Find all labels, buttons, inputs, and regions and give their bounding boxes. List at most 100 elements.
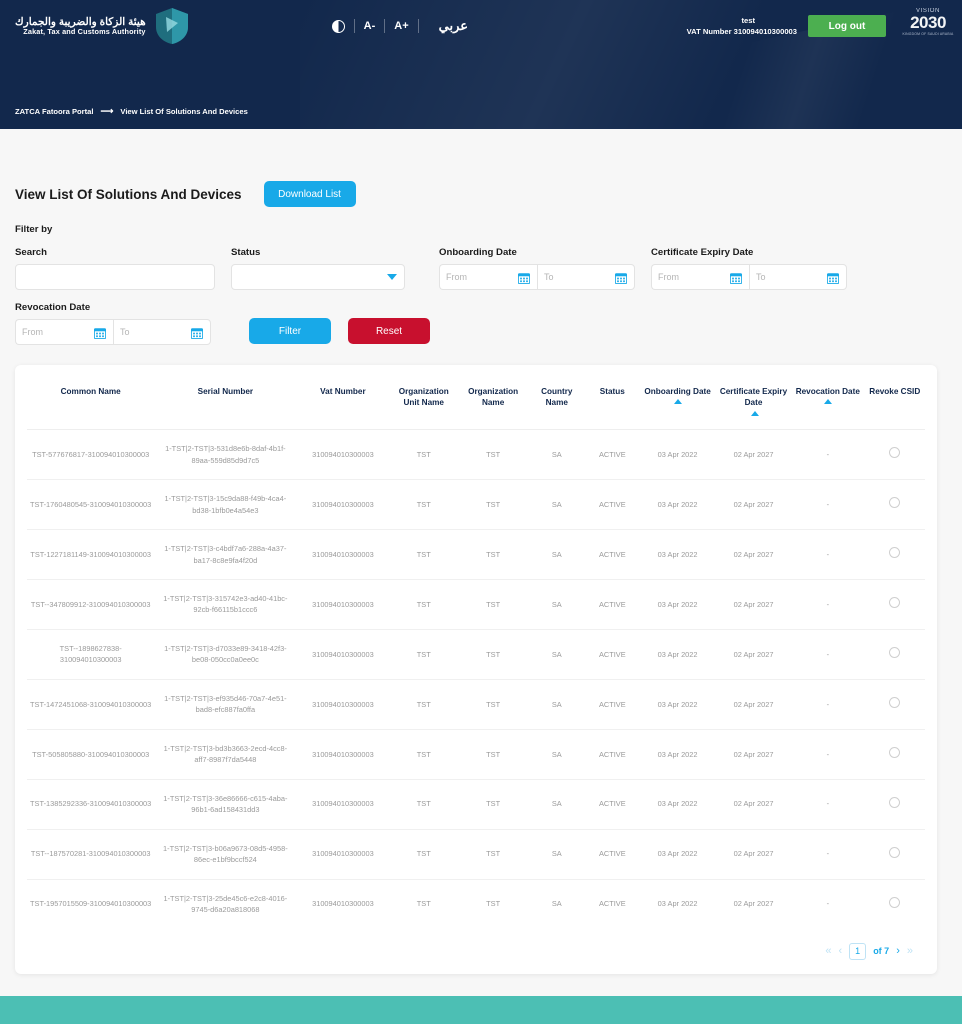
cell-revoke-csid — [865, 729, 925, 779]
last-page-button[interactable]: » — [907, 945, 913, 957]
revocation-date-from-cell — [15, 319, 113, 345]
cell-country-name: SA — [528, 629, 585, 679]
cell-common-name: TST-1385292336-310094010300003 — [27, 779, 154, 829]
table-row: TST-577676817-3100940103000031-TST|2-TST… — [27, 430, 925, 480]
certificate-expiry-date-range — [651, 264, 847, 290]
revoke-csid-checkbox[interactable] — [889, 797, 900, 808]
cell-onboarding-date: 03 Apr 2022 — [639, 480, 716, 530]
filter-row-secondary: Revocation Date — [15, 302, 947, 345]
font-increase-button[interactable]: A+ — [385, 21, 417, 32]
cell-certificate-expiry-date: 02 Apr 2027 — [716, 430, 791, 480]
column-status: Status — [585, 378, 639, 430]
table-row: TST--1898627838-3100940103000031-TST|2-T… — [27, 629, 925, 679]
cell-organization-unit-name: TST — [389, 829, 458, 879]
certificate-expiry-to-input[interactable] — [750, 265, 822, 289]
cell-certificate-expiry-date: 02 Apr 2027 — [716, 729, 791, 779]
cell-certificate-expiry-date: 02 Apr 2027 — [716, 679, 791, 729]
contrast-toggle-button[interactable] — [323, 20, 354, 33]
revocation-date-range — [15, 319, 211, 345]
revocation-date-to-input[interactable] — [114, 320, 186, 344]
filter-group-revocation-date: Revocation Date — [15, 302, 211, 345]
cell-organization-unit-name: TST — [389, 580, 458, 630]
font-decrease-button[interactable]: A- — [355, 21, 385, 32]
revoke-csid-checkbox[interactable] — [889, 597, 900, 608]
onboarding-date-from-input[interactable] — [440, 265, 512, 289]
revoke-csid-checkbox[interactable] — [889, 847, 900, 858]
cell-certificate-expiry-date: 02 Apr 2027 — [716, 480, 791, 530]
cell-serial-number: 1-TST|2-TST|3-15c9da88-f49b-4ca4-bd38-1b… — [154, 480, 296, 530]
revoke-csid-checkbox[interactable] — [889, 647, 900, 658]
sort-ascending-icon[interactable] — [751, 411, 759, 416]
revoke-csid-checkbox[interactable] — [889, 447, 900, 458]
cell-certificate-expiry-date: 02 Apr 2027 — [716, 879, 791, 928]
brand-text: هيئة الزكاة والضريبة والجمارك Zakat, Tax… — [15, 16, 146, 37]
download-list-button[interactable]: Download List — [264, 181, 356, 207]
cell-country-name: SA — [528, 729, 585, 779]
certificate-expiry-from-input[interactable] — [652, 265, 724, 289]
cell-organization-name: TST — [458, 480, 528, 530]
cell-country-name: SA — [528, 679, 585, 729]
calendar-icon[interactable] — [518, 272, 530, 284]
cell-onboarding-date: 03 Apr 2022 — [639, 879, 716, 928]
calendar-icon[interactable] — [615, 272, 627, 284]
filter-button[interactable]: Filter — [249, 318, 331, 344]
reset-button[interactable]: Reset — [348, 318, 430, 344]
onboarding-date-to-input[interactable] — [538, 265, 610, 289]
solutions-table-card: Common Name Serial Number Vat Number Org… — [15, 365, 937, 974]
cell-onboarding-date: 03 Apr 2022 — [639, 729, 716, 779]
cell-status: ACTIVE — [585, 729, 639, 779]
calendar-icon[interactable] — [94, 327, 106, 339]
cell-organization-name: TST — [458, 779, 528, 829]
revocation-date-from-input[interactable] — [16, 320, 88, 344]
filter-by-label: Filter by — [15, 224, 947, 235]
revoke-csid-checkbox[interactable] — [889, 747, 900, 758]
cell-certificate-expiry-date: 02 Apr 2027 — [716, 580, 791, 630]
cell-vat-number: 310094010300003 — [296, 580, 389, 630]
cell-onboarding-date: 03 Apr 2022 — [639, 679, 716, 729]
calendar-icon[interactable] — [730, 272, 742, 284]
contrast-icon — [332, 20, 345, 33]
cell-revoke-csid — [865, 779, 925, 829]
cell-certificate-expiry-date: 02 Apr 2027 — [716, 829, 791, 879]
sort-ascending-icon[interactable] — [824, 399, 832, 404]
cell-vat-number: 310094010300003 — [296, 779, 389, 829]
status-select[interactable] — [231, 264, 405, 290]
cell-vat-number: 310094010300003 — [296, 829, 389, 879]
table-row: TST--347809912-3100940103000031-TST|2-TS… — [27, 580, 925, 630]
cell-serial-number: 1-TST|2-TST|3-b06a9673-08d5-4958-86ec-e1… — [154, 829, 296, 879]
revoke-csid-checkbox[interactable] — [889, 547, 900, 558]
zatca-logo[interactable]: هيئة الزكاة والضريبة والجمارك Zakat, Tax… — [15, 7, 190, 45]
language-toggle-arabic[interactable]: عربي — [439, 18, 468, 34]
cell-organization-unit-name: TST — [389, 530, 458, 580]
revoke-csid-checkbox[interactable] — [889, 897, 900, 908]
cell-status: ACTIVE — [585, 480, 639, 530]
current-page-input[interactable]: 1 — [849, 943, 866, 960]
cell-revoke-csid — [865, 430, 925, 480]
next-page-button[interactable]: › — [896, 945, 900, 957]
revoke-csid-checkbox[interactable] — [889, 697, 900, 708]
footer-links-column-1: Recruitment Information Security Data In… — [367, 1018, 513, 1024]
revoke-csid-checkbox[interactable] — [889, 497, 900, 508]
search-input[interactable] — [15, 264, 215, 290]
footer-links-column-2: Privacy policy Site Map — [513, 1018, 723, 1024]
cell-serial-number: 1-TST|2-TST|3-c4bdf7a6-288a-4a37-ba17-8c… — [154, 530, 296, 580]
cell-organization-unit-name: TST — [389, 679, 458, 729]
calendar-icon[interactable] — [191, 327, 203, 339]
cell-serial-number: 1-TST|2-TST|3-36e86666-c615-4aba-96b1-6a… — [154, 779, 296, 829]
column-certificate-expiry-date-label: Certificate Expiry Date — [719, 386, 788, 408]
user-vat-number: VAT Number 310094010300003 — [687, 26, 797, 37]
cell-organization-name: TST — [458, 580, 528, 630]
previous-page-button[interactable]: ‹ — [839, 945, 843, 957]
sort-ascending-icon[interactable] — [674, 399, 682, 404]
cell-common-name: TST-1760480545-310094010300003 — [27, 480, 154, 530]
column-revocation-date: Revocation Date — [791, 378, 864, 430]
table-body: TST-577676817-3100940103000031-TST|2-TST… — [27, 430, 925, 929]
cell-organization-name: TST — [458, 679, 528, 729]
calendar-icon[interactable] — [827, 272, 839, 284]
main-content: View List Of Solutions And Devices Downl… — [0, 129, 962, 974]
cell-status: ACTIVE — [585, 580, 639, 630]
cell-country-name: SA — [528, 480, 585, 530]
first-page-button[interactable]: « — [825, 945, 831, 957]
breadcrumb-item-portal[interactable]: ZATCA Fatoora Portal — [15, 107, 93, 116]
logout-button[interactable]: Log out — [808, 15, 886, 37]
